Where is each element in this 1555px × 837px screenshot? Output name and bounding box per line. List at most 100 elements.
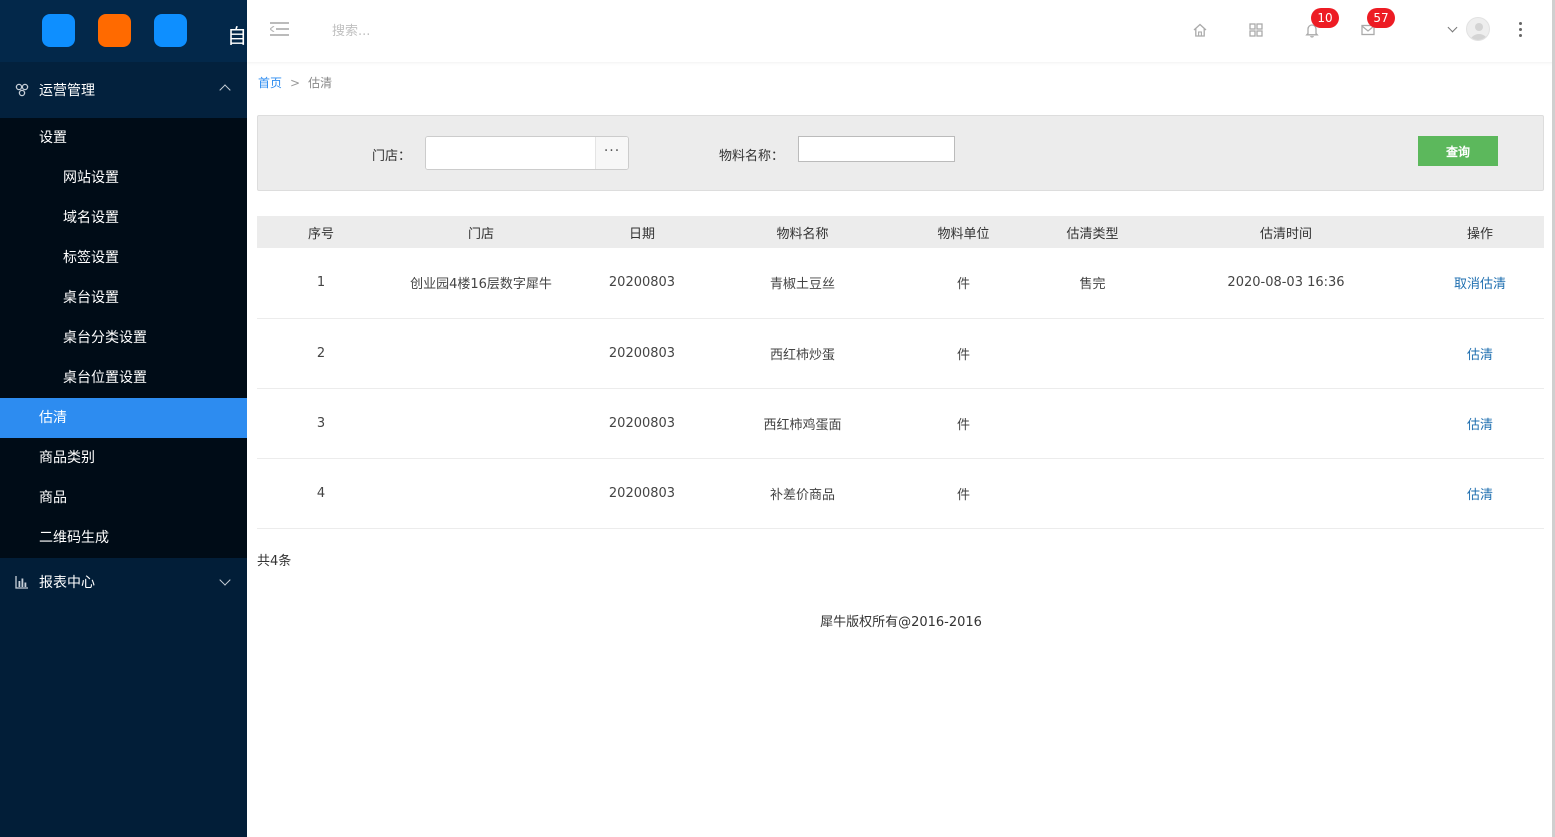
- table-row: 1 创业园4楼16层数字犀牛 20200803 青椒土豆丝 件 售完 2020-…: [257, 248, 1544, 319]
- filter-panel: 门店： ··· 物料名称： 查询: [257, 115, 1544, 191]
- mark-sold-out-link[interactable]: 估清: [1467, 418, 1493, 433]
- cell-type: 售完: [1029, 248, 1156, 319]
- logo-bar: 自: [0, 0, 247, 62]
- store-picker-button[interactable]: ···: [595, 137, 628, 169]
- cell-type: [1029, 458, 1156, 529]
- cell-date: 20200803: [577, 388, 707, 459]
- cell-date: 20200803: [577, 458, 707, 529]
- nav-item-table-location-settings[interactable]: 桌台位置设置: [0, 358, 247, 398]
- store-input[interactable]: [426, 137, 596, 169]
- table-row: 3 20200803 西红柿鸡蛋面 件 估清: [257, 388, 1544, 459]
- store-field: ···: [425, 136, 629, 170]
- nav-item-product[interactable]: 商品: [0, 478, 247, 518]
- app-icon-2[interactable]: [98, 14, 131, 47]
- app-icon-3[interactable]: [154, 14, 187, 47]
- top-header: 10 57: [247, 0, 1555, 62]
- material-name-input[interactable]: [798, 136, 955, 162]
- cell-material-name: 青椒土豆丝: [707, 248, 898, 319]
- table-header-row: 序号 门店 日期 物料名称 物料单位 估清类型 估清时间 操作: [257, 216, 1544, 248]
- store-label: 门店：: [372, 149, 412, 164]
- nav-item-website-settings[interactable]: 网站设置: [0, 158, 247, 198]
- cell-action: 取消估清: [1416, 248, 1544, 319]
- home-icon[interactable]: [1190, 20, 1210, 40]
- cell-action: 估清: [1416, 388, 1544, 459]
- logo-text: 自: [227, 24, 247, 48]
- total-count: 共4条: [257, 554, 292, 569]
- cluster-icon: [14, 82, 30, 98]
- mark-sold-out-link[interactable]: 估清: [1467, 348, 1493, 363]
- cell-type: [1029, 388, 1156, 459]
- cell-material-name: 补差价商品: [707, 458, 898, 529]
- cell-unit: 件: [898, 388, 1029, 459]
- cell-index: 2: [257, 318, 385, 389]
- col-header-type: 估清类型: [1029, 216, 1156, 248]
- chevron-down-icon[interactable]: [1447, 22, 1458, 33]
- cell-time: 2020-08-03 16:36: [1156, 248, 1416, 319]
- more-vertical-icon[interactable]: [1519, 21, 1523, 37]
- sidebar: 自 运营管理 设置 网站设置 域名设置 标签设置 桌台设置 桌台分类设置 桌台位…: [0, 0, 247, 837]
- nav-item-tag-settings[interactable]: 标签设置: [0, 238, 247, 278]
- search-input[interactable]: [332, 20, 532, 42]
- breadcrumb-separator: >: [290, 76, 301, 90]
- avatar[interactable]: [1466, 17, 1490, 41]
- nav-item-settings[interactable]: 设置: [0, 118, 247, 158]
- nav-group-label: 运营管理: [39, 83, 95, 99]
- chevron-down-icon: [219, 574, 231, 586]
- cell-index: 1: [257, 248, 385, 319]
- cell-time: [1156, 458, 1416, 529]
- mail-icon[interactable]: 57: [1358, 8, 1395, 40]
- app-icon-1[interactable]: [42, 14, 75, 47]
- cell-index: 4: [257, 458, 385, 529]
- cell-store: 创业园4楼16层数字犀牛: [385, 248, 577, 319]
- nav-item-product-category[interactable]: 商品类别: [0, 438, 247, 478]
- message-badge: 57: [1367, 8, 1395, 28]
- cell-action: 估清: [1416, 318, 1544, 389]
- cell-store: [385, 388, 577, 459]
- col-header-action: 操作: [1416, 216, 1544, 248]
- nav-group-operations[interactable]: 运营管理: [0, 62, 247, 118]
- col-header-store: 门店: [385, 216, 577, 248]
- notification-badge: 10: [1311, 8, 1339, 28]
- nav-group-reports[interactable]: 报表中心: [0, 558, 247, 606]
- menu-toggle-icon[interactable]: [270, 21, 289, 37]
- breadcrumb-current: 估清: [308, 76, 333, 90]
- nav-item-table-category-settings[interactable]: 桌台分类设置: [0, 318, 247, 358]
- chevron-up-icon: [219, 84, 231, 96]
- cell-date: 20200803: [577, 318, 707, 389]
- footer-copyright: 犀牛版权所有@2016-2016: [820, 615, 982, 630]
- bar-chart-icon: [14, 574, 30, 590]
- col-header-material-name: 物料名称: [707, 216, 898, 248]
- table-row: 4 20200803 补差价商品 件 估清: [257, 458, 1544, 529]
- cell-index: 3: [257, 388, 385, 459]
- cell-date: 20200803: [577, 248, 707, 319]
- cell-store: [385, 318, 577, 389]
- grid-icon[interactable]: [1246, 20, 1266, 40]
- breadcrumb-home-link[interactable]: 首页: [258, 76, 282, 90]
- nav-item-table-settings[interactable]: 桌台设置: [0, 278, 247, 318]
- nav-item-sold-out[interactable]: 估清: [0, 398, 247, 438]
- cell-unit: 件: [898, 458, 1029, 529]
- cell-time: [1156, 388, 1416, 459]
- cell-type: [1029, 318, 1156, 389]
- cell-material-name: 西红柿炒蛋: [707, 318, 898, 389]
- submenu-operations: 设置 网站设置 域名设置 标签设置 桌台设置 桌台分类设置 桌台位置设置 估清 …: [0, 118, 247, 558]
- cancel-sold-out-link[interactable]: 取消估清: [1454, 277, 1506, 292]
- breadcrumb: 首页 > 估清: [258, 74, 332, 91]
- nav-item-qrcode[interactable]: 二维码生成: [0, 518, 247, 558]
- mark-sold-out-link[interactable]: 估清: [1467, 488, 1493, 503]
- material-name-label: 物料名称：: [719, 149, 785, 164]
- cell-material-name: 西红柿鸡蛋面: [707, 388, 898, 459]
- cell-action: 估清: [1416, 458, 1544, 529]
- cell-time: [1156, 318, 1416, 389]
- table-row: 2 20200803 西红柿炒蛋 件 估清: [257, 318, 1544, 389]
- cell-store: [385, 458, 577, 529]
- col-header-unit: 物料单位: [898, 216, 1029, 248]
- col-header-index: 序号: [257, 216, 385, 248]
- nav-group-label: 报表中心: [39, 575, 95, 591]
- bell-icon[interactable]: 10: [1302, 8, 1339, 40]
- col-header-time: 估清时间: [1156, 216, 1416, 248]
- nav-item-domain-settings[interactable]: 域名设置: [0, 198, 247, 238]
- sold-out-table: 序号 门店 日期 物料名称 物料单位 估清类型 估清时间 操作 1 创业园4楼1…: [257, 216, 1544, 529]
- query-button[interactable]: 查询: [1418, 136, 1498, 166]
- cell-unit: 件: [898, 248, 1029, 319]
